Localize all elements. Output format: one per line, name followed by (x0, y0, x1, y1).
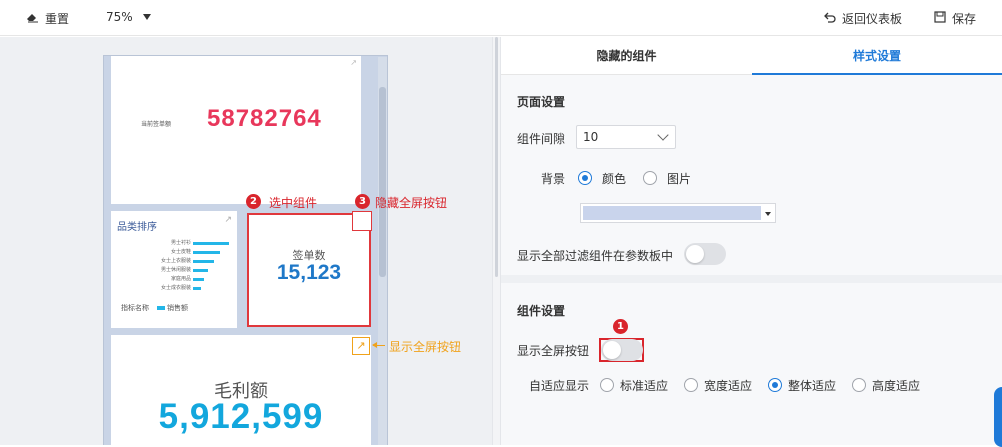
category-bar-label: 男士衬衫 (170, 240, 191, 246)
component-settings-title: 组件设置 (517, 304, 566, 318)
fullscreen-icon[interactable]: ↗ (350, 58, 357, 67)
top-toolbar: 重置 75% 返回仪表板 保存 (0, 0, 1002, 36)
step-badge: 1 (613, 319, 628, 334)
sign-amount-card[interactable]: ↗ 当前签单额 58782764 (111, 56, 361, 204)
settings-panel: 隐藏的组件 样式设置 页面设置 组件间隙 10 背景 颜色 图片 显示全部过滤组… (501, 37, 1002, 447)
pane-scrollbar-thumb[interactable] (495, 37, 498, 277)
category-bar-row: 女士成衣服装 (131, 285, 233, 292)
zoom-dropdown[interactable]: 75% (106, 10, 151, 24)
bg-color-swatch (583, 206, 761, 220)
adapt-width-label: 宽度适应 (704, 379, 753, 393)
legend-swatch (157, 306, 165, 310)
show-filters-label: 显示全部过滤组件在参数板中 (517, 249, 674, 263)
fullscreen-icon[interactable]: ↗ (224, 215, 232, 225)
legend-item-label: 销售额 (167, 304, 188, 312)
caret-down-icon (765, 212, 771, 216)
tab-hidden-components[interactable]: 隐藏的组件 (501, 37, 752, 75)
save-icon (934, 11, 946, 26)
undo-arrow-icon (824, 11, 836, 26)
adapt-whole-label: 整体适应 (788, 379, 837, 393)
save-button[interactable]: 保存 (934, 10, 976, 27)
step-badge: 2 (246, 194, 261, 209)
hidden-fullscreen-button-marker (352, 211, 372, 231)
background-label: 背景 (541, 172, 566, 186)
fullscreen-label: 显示全屏按钮 (517, 344, 590, 358)
gap-label: 组件间隙 (517, 132, 566, 146)
adapt-standard-label: 标准适应 (620, 379, 669, 393)
category-bar-label: 家庭用品 (170, 276, 191, 282)
step-badge: 3 (355, 194, 370, 209)
adapt-height-label: 高度适应 (872, 379, 921, 393)
adapt-width-radio[interactable] (684, 378, 698, 392)
bg-color-label: 颜色 (602, 172, 627, 186)
category-bar (193, 242, 229, 245)
category-bar (193, 278, 204, 281)
bg-image-radio[interactable] (643, 171, 657, 185)
bg-color-radio[interactable] (578, 171, 592, 185)
settings-tabs: 隐藏的组件 样式设置 (501, 37, 1002, 75)
category-rank-title: 品类排序 (117, 222, 157, 233)
back-label: 返回仪表板 (842, 12, 903, 26)
preview-scrollbar-thumb[interactable] (379, 87, 386, 277)
reset-label: 重置 (45, 12, 70, 26)
adapt-label: 自适应显示 (529, 379, 590, 393)
eraser-icon (26, 11, 39, 26)
section-separator (501, 275, 1002, 283)
legend-title: 指标名称 (121, 304, 149, 312)
category-rank-card[interactable]: 品类排序 ↗ 男士衬衫女士皮鞋女士上衣服装 男士休闲服装家庭用品女士成衣服装 指标… (111, 211, 237, 328)
annotation-select-component: 选中组件 (269, 196, 318, 210)
chevron-down-icon (657, 129, 669, 141)
category-bar-row: 家庭用品 (131, 276, 233, 283)
fullscreen-icon[interactable]: ↗ (352, 337, 370, 355)
gap-select[interactable]: 10 (576, 125, 676, 149)
category-bar-row: 男士衬衫 (131, 240, 233, 247)
gross-profit-card[interactable]: 毛利额 5,912,599 (111, 335, 371, 445)
gap-value: 10 (583, 130, 599, 144)
show-filters-toggle[interactable] (684, 243, 726, 265)
tab-style-settings[interactable]: 样式设置 (752, 37, 1002, 75)
category-bar-label: 男士休闲服装 (160, 267, 191, 273)
fullscreen-toggle[interactable] (601, 339, 643, 361)
annotation-show-fullscreen: 显示全屏按钮 (389, 340, 462, 354)
gross-profit-value: 5,912,599 (158, 397, 324, 436)
annotation-hide-fullscreen: 隐藏全屏按钮 (375, 196, 448, 210)
floating-help-button[interactable] (994, 387, 1002, 447)
adapt-whole-radio[interactable] (768, 378, 782, 392)
category-legend: 指标名称 销售额 (121, 303, 188, 313)
category-bar-row: 女士上衣服装 (131, 258, 233, 265)
category-bar-row: 男士休闲服装 (131, 267, 233, 274)
bg-color-picker[interactable] (580, 203, 776, 223)
category-bar (193, 260, 214, 263)
category-bar (193, 251, 220, 254)
category-bar (193, 287, 201, 290)
category-bar-row: 女士皮鞋 (131, 249, 233, 256)
arrow-left-icon (372, 342, 385, 348)
reset-button[interactable]: 重置 (26, 10, 69, 27)
sign-amount-label: 当前签单额 (141, 121, 172, 128)
sign-amount-value: 58782764 (207, 105, 322, 132)
zoom-value: 75% (106, 10, 133, 24)
adapt-height-radio[interactable] (852, 378, 866, 392)
category-bar-label: 女士皮鞋 (170, 249, 191, 255)
dashboard-canvas: ↗ 当前签单额 58782764 品类排序 ↗ 男士衬衫女士皮鞋女士上衣服装 男士… (0, 37, 492, 445)
caret-down-icon (142, 14, 151, 20)
category-bar-label: 女士成衣服装 (160, 285, 191, 291)
order-count-value: 15,123 (276, 261, 342, 284)
page-settings-title: 页面设置 (517, 95, 566, 109)
category-bar (193, 269, 208, 272)
category-bar-label: 女士上衣服装 (160, 258, 191, 264)
save-label: 保存 (952, 12, 977, 26)
legend-item: 销售额 (157, 303, 188, 313)
adapt-standard-radio[interactable] (600, 378, 614, 392)
bg-image-label: 图片 (667, 172, 692, 186)
back-to-dashboard-button[interactable]: 返回仪表板 (824, 10, 902, 27)
